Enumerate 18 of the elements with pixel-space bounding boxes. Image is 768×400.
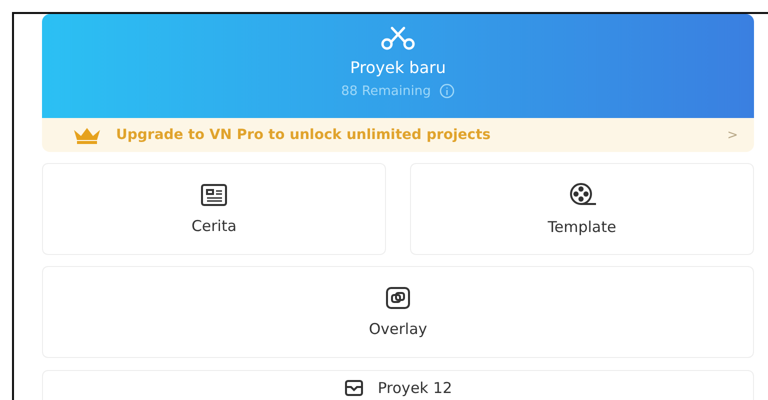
tile-label: Template [548, 218, 616, 236]
scissors-icon [380, 26, 416, 50]
tile-button[interactable]: Overlay [42, 266, 754, 358]
info-icon[interactable] [438, 83, 455, 99]
tile-label: Cerita [191, 217, 237, 235]
newspaper-icon [200, 183, 228, 207]
overlay-icon [385, 286, 411, 310]
projects-button[interactable]: Proyek 12 [42, 370, 754, 400]
upgrade-text: Upgrade to VN Pro to unlock unlimited projects [116, 127, 492, 143]
remaining-count: 88 Remaining [341, 84, 431, 98]
tile-label: Overlay [368, 320, 428, 338]
crown-icon [72, 126, 102, 144]
inbox-icon [344, 379, 364, 397]
tile-button[interactable]: Template [410, 163, 754, 255]
tile-button[interactable]: Cerita [42, 163, 386, 255]
projects-label: Proyek 12 [378, 379, 452, 397]
chevron-icon: > [727, 128, 738, 142]
new-project-title: Proyek baru [350, 58, 446, 77]
